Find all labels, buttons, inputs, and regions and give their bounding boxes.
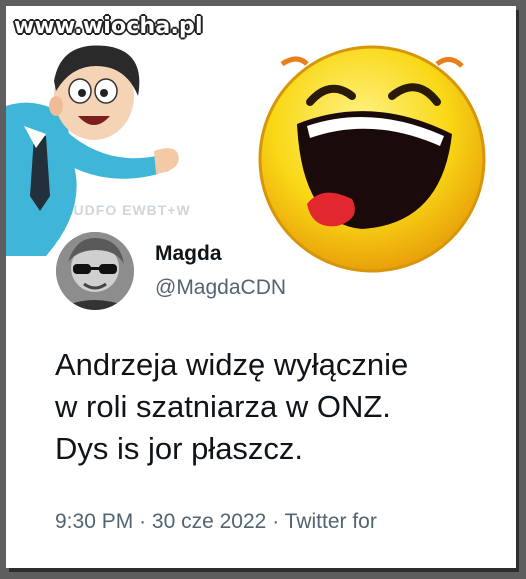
laughing-emoji-icon [258,45,486,273]
tweet-date[interactable]: 30 cze 2022 [152,510,266,533]
author-handle[interactable]: @MagdaCDN [155,276,286,300]
tweet-text: Andrzeja widzę wyłącznie w roli szatniar… [55,344,505,470]
meta-separator: · [272,510,280,533]
tweet-text-line: Andrzeja widzę wyłącznie [55,347,409,382]
watermark: www.wiocha.pl [14,14,203,39]
tweet-source[interactable]: Twitter for [285,510,377,533]
tweet-time[interactable]: 9:30 PM [55,510,133,533]
tweet-text-line: w roli szatniarza w ONZ. [55,389,391,424]
tweet-text-line: Dys is jor płaszcz. [55,431,304,466]
meme-frame: www.wiocha.pl LUDFO EWBT+W Magda @MagdaC… [6,6,516,568]
cartoon-businessman-icon [6,45,179,256]
tweet-meta: 9:30 PM · 30 cze 2022 · Twitter for [55,510,377,534]
meta-separator: · [139,510,147,533]
